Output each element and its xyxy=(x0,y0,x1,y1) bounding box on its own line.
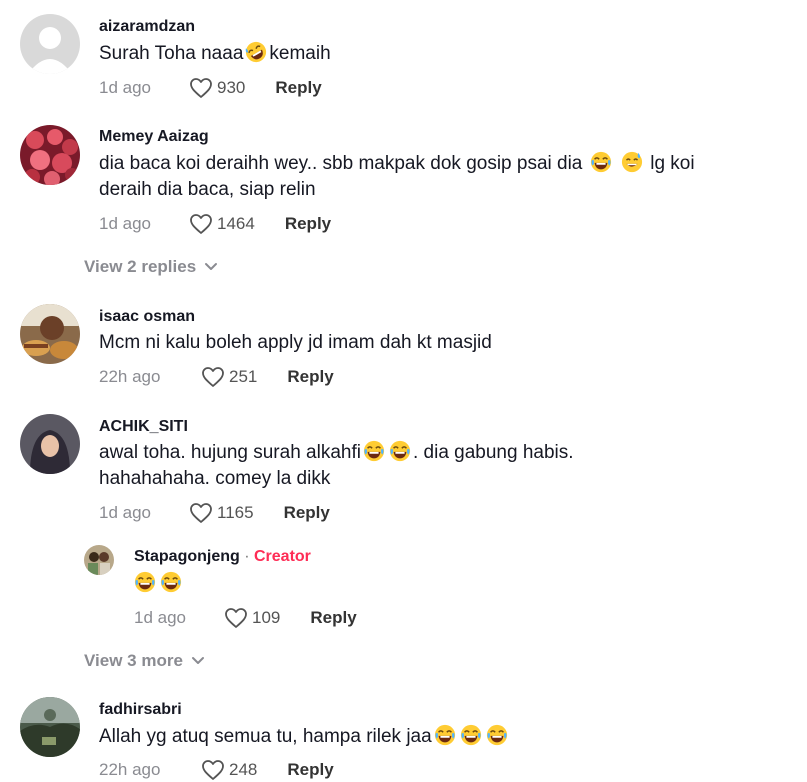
comment-text-part: Allah yg atuq semua tu, hampa rilek jaa xyxy=(99,726,432,747)
comment-time: 22h ago xyxy=(99,367,161,386)
avatar[interactable] xyxy=(20,697,80,757)
laughing-emoji-icon xyxy=(363,440,385,462)
like-button[interactable]: 109 xyxy=(224,607,280,629)
creator-avatar[interactable] xyxy=(84,545,114,575)
comment-text-part: Surah Toha naaa xyxy=(99,43,244,64)
like-button[interactable]: 1464 xyxy=(189,213,255,235)
comment-time: 22h ago xyxy=(99,760,161,779)
avatar[interactable] xyxy=(20,14,80,74)
laughing-emoji-icon xyxy=(389,440,411,462)
chevron-down-icon xyxy=(191,656,205,666)
laughing-emoji-icon xyxy=(434,724,456,746)
avatar[interactable] xyxy=(20,414,80,474)
like-button[interactable]: 1165 xyxy=(189,502,254,524)
separator: · xyxy=(239,548,254,565)
comment-text: Mcm ni kalu boleh apply jd imam dah kt m… xyxy=(99,332,492,353)
comment-time: 1d ago xyxy=(99,214,151,233)
comment-meta: 22h ago 251 Reply xyxy=(99,365,334,389)
like-count: 1464 xyxy=(217,214,255,233)
reply-button[interactable]: Reply xyxy=(287,367,333,387)
view-replies-button[interactable]: View 2 replies xyxy=(84,257,218,277)
comment-text: Surah Toha naaa kemaih xyxy=(99,41,739,67)
comment-text-part: hahahahaha. comey la dikk xyxy=(99,468,331,489)
like-count: 251 xyxy=(229,367,258,386)
laughing-emoji-icon xyxy=(160,571,182,593)
view-more-label: View 3 more xyxy=(84,651,183,670)
comment-text: awal toha. hujung surah alkahfi . dia gab… xyxy=(99,440,739,492)
comment-username[interactable]: fadhirsabri xyxy=(99,701,182,719)
like-count: 1165 xyxy=(217,503,254,522)
comment-text-part: kemaih xyxy=(269,43,331,64)
comment-text-part: . dia gabung habis. xyxy=(412,442,574,463)
like-count: 109 xyxy=(252,608,281,627)
reply-text xyxy=(134,571,774,597)
like-count: 930 xyxy=(217,78,246,97)
laughing-emoji-icon xyxy=(460,724,482,746)
comment-username[interactable]: aizaramdzan xyxy=(99,18,195,36)
comment-text-part: dia baca koi deraihh wey.. sbb makpak do… xyxy=(99,153,583,174)
rolling-laugh-emoji-icon xyxy=(245,41,267,63)
comment-meta: 1d ago 930 Reply xyxy=(99,76,322,100)
heart-icon xyxy=(224,607,248,629)
like-button[interactable]: 251 xyxy=(201,366,257,388)
heart-icon xyxy=(189,502,213,524)
comment-meta: 22h ago 248 Reply xyxy=(99,758,334,782)
like-button[interactable]: 248 xyxy=(201,759,257,781)
comment-meta: 1d ago 109 Reply xyxy=(134,606,357,630)
comment-username[interactable]: Memey Aaizag xyxy=(99,128,209,146)
view-more-button[interactable]: View 3 more xyxy=(84,651,205,671)
comment-meta: 1d ago 1165 Reply xyxy=(99,501,330,525)
sweat-smile-emoji-icon xyxy=(621,151,643,173)
comment-time: 1d ago xyxy=(99,503,151,522)
comment-username[interactable]: isaac osman xyxy=(99,308,195,326)
creator-badge: Creator xyxy=(254,548,311,565)
heart-icon xyxy=(201,759,225,781)
reply-button[interactable]: Reply xyxy=(275,78,321,98)
reply-button[interactable]: Reply xyxy=(287,760,333,780)
creator-username[interactable]: Stapagonjeng xyxy=(134,548,240,565)
avatar[interactable] xyxy=(20,304,80,364)
creator-username-line: Stapagonjeng · Creator xyxy=(134,548,311,566)
laughing-emoji-icon xyxy=(486,724,508,746)
heart-icon xyxy=(201,366,225,388)
reply-button[interactable]: Reply xyxy=(284,503,330,523)
heart-icon xyxy=(189,77,213,99)
avatar[interactable] xyxy=(20,125,80,185)
comment-time: 1d ago xyxy=(134,608,186,627)
comment-text-part: awal toha. hujung surah alkahfi xyxy=(99,442,361,463)
view-replies-label: View 2 replies xyxy=(84,257,197,276)
comment-text: Allah yg atuq semua tu, hampa rilek jaa xyxy=(99,724,739,750)
comment-username[interactable]: ACHIK_SITI xyxy=(99,418,188,436)
laughing-emoji-icon xyxy=(590,151,612,173)
chevron-down-icon xyxy=(204,262,218,272)
like-button[interactable]: 930 xyxy=(189,77,245,99)
reply-button[interactable]: Reply xyxy=(285,214,331,234)
laughing-emoji-icon xyxy=(134,571,156,593)
reply-button[interactable]: Reply xyxy=(310,608,356,628)
comment-text: dia baca koi deraihh wey.. sbb makpak do… xyxy=(99,151,739,203)
like-count: 248 xyxy=(229,760,258,779)
comment-time: 1d ago xyxy=(99,78,151,97)
comment-meta: 1d ago 1464 Reply xyxy=(99,212,331,236)
heart-icon xyxy=(189,213,213,235)
